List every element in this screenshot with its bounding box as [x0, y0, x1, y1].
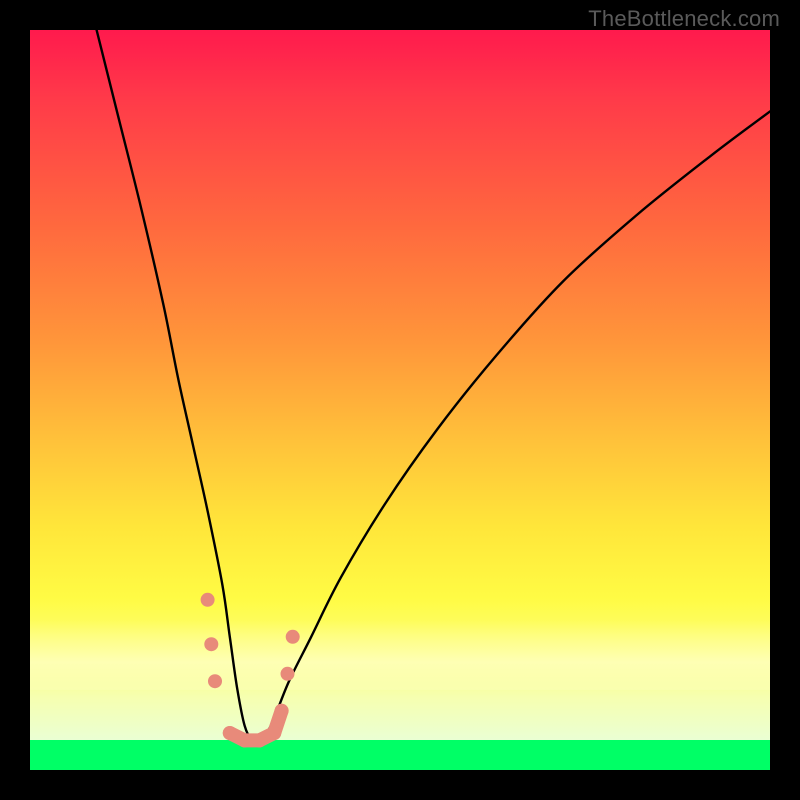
marker-dot	[201, 593, 215, 607]
marker-dot	[281, 667, 295, 681]
chart-svg	[30, 30, 770, 770]
marker-dot	[267, 726, 281, 740]
marker-dot	[208, 674, 222, 688]
marker-dot	[275, 704, 289, 718]
bottleneck-curve	[97, 30, 770, 742]
marker-dot	[286, 630, 300, 644]
marker-dot	[252, 733, 266, 747]
marker-dot	[223, 726, 237, 740]
marker-dot	[204, 637, 218, 651]
watermark-label: TheBottleneck.com	[588, 6, 780, 32]
marker-dot	[238, 733, 252, 747]
curve-markers	[201, 593, 300, 748]
